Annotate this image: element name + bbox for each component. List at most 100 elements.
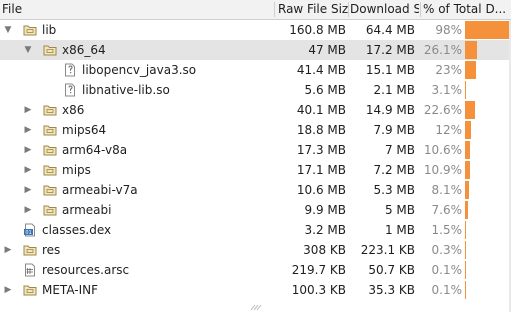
raw-file-size: 5.6 MB (304, 83, 346, 97)
raw-file-size: 9.9 MB (304, 203, 346, 217)
tree-row[interactable]: ▶ res 308 KB 223.1 KB 0.3% (0, 240, 511, 260)
chevron-right-icon[interactable]: ▶ (23, 100, 33, 120)
file-name: libopencv_java3.so (82, 63, 197, 77)
raw-file-size: 100.3 KB (291, 283, 346, 297)
percent-of-total: 12% (435, 123, 462, 137)
percent-of-total: 10.9% (423, 163, 462, 177)
percent-of-total: 23% (435, 63, 462, 77)
tree-row[interactable]: ▶ x86 40.1 MB 14.9 MB 22.6% (0, 100, 511, 120)
chevron-down-icon[interactable]: ▼ (23, 40, 33, 60)
percent-bar (465, 21, 510, 39)
tree-row[interactable]: ▼ lib 160.8 MB 64.4 MB 98% (0, 20, 511, 40)
header-download-size[interactable]: Download Si... (348, 0, 419, 19)
percent-bar (465, 221, 466, 239)
percent-of-total: 1.5% (431, 223, 463, 237)
file-name: x86_64 (62, 43, 106, 57)
tree-row[interactable]: ▶ arm64-v8a 17.3 MB 7 MB 10.6% (0, 140, 511, 160)
percent-bar (465, 161, 470, 179)
file-name: lib (42, 23, 57, 37)
percent-bar (465, 101, 475, 119)
chevron-right-icon[interactable]: ▶ (3, 240, 13, 260)
tree-row[interactable]: resources.arsc 219.7 KB 50.7 KB 0.1% (0, 260, 511, 280)
tree-row[interactable]: 01 classes.dex 3.2 MB 1 MB 1.5% (0, 220, 511, 240)
resize-grip-icon[interactable] (249, 304, 263, 311)
download-size: 7 MB (384, 143, 415, 157)
percent-bar (465, 241, 466, 259)
raw-file-size: 219.7 KB (291, 263, 346, 277)
file-name: arm64-v8a (62, 143, 128, 157)
chevron-right-icon[interactable]: ▶ (23, 180, 33, 200)
percent-bar (465, 141, 470, 159)
file-name: armeabi-v7a (62, 183, 138, 197)
header-raw-file-size[interactable]: Raw File Size (276, 0, 348, 19)
chevron-right-icon[interactable]: ▶ (23, 200, 33, 220)
percent-of-total: 0.3% (431, 243, 463, 257)
percent-of-total: 98% (435, 23, 462, 37)
download-size: 5.3 MB (373, 183, 415, 197)
raw-file-size: 41.4 MB (296, 63, 346, 77)
percent-bar (465, 261, 466, 279)
download-size: 14.9 MB (365, 103, 415, 117)
file-name: mips (62, 163, 91, 177)
column-divider[interactable] (274, 2, 275, 17)
raw-file-size: 47 MB (308, 43, 346, 57)
percent-of-total: 0.1% (431, 263, 463, 277)
percent-of-total: 8.1% (431, 183, 463, 197)
percent-of-total: 22.6% (423, 103, 462, 117)
download-size: 5 MB (384, 203, 415, 217)
chevron-down-icon[interactable]: ▼ (3, 20, 13, 40)
tree-row[interactable]: libnative-lib.so 5.6 MB 2.1 MB 3.1% (0, 80, 511, 100)
download-size: 223.1 KB (360, 243, 415, 257)
percent-bar (465, 41, 477, 59)
download-size: 1 MB (384, 223, 415, 237)
percent-of-total: 26.1% (423, 43, 462, 57)
percent-bar (465, 81, 466, 99)
tree-row[interactable]: ▶ META-INF 100.3 KB 35.3 KB 0.1% (0, 280, 511, 300)
file-name: x86 (62, 103, 85, 117)
percent-of-total: 7.6% (431, 203, 463, 217)
raw-file-size: 17.3 MB (296, 143, 346, 157)
raw-file-size: 40.1 MB (296, 103, 346, 117)
percent-of-total: 10.6% (423, 143, 462, 157)
download-size: 35.3 KB (368, 283, 415, 297)
raw-file-size: 3.2 MB (304, 223, 346, 237)
file-name: classes.dex (42, 223, 112, 237)
download-size: 15.1 MB (365, 63, 415, 77)
chevron-right-icon[interactable]: ▶ (3, 280, 13, 300)
tree-row[interactable]: ▶ armeabi 9.9 MB 5 MB 7.6% (0, 200, 511, 220)
raw-file-size: 17.1 MB (296, 163, 346, 177)
download-size: 17.2 MB (365, 43, 415, 57)
percent-bar (465, 181, 469, 199)
file-name: mips64 (62, 123, 107, 137)
download-size: 2.1 MB (373, 83, 415, 97)
percent-bar (465, 61, 476, 79)
svg-text:01: 01 (25, 230, 31, 236)
raw-file-size: 308 KB (303, 243, 346, 257)
tree-row[interactable]: libopencv_java3.so 41.4 MB 15.1 MB 23% (0, 60, 511, 80)
tree-row[interactable]: ▶ mips 17.1 MB 7.2 MB 10.9% (0, 160, 511, 180)
file-name: res (42, 243, 61, 257)
download-size: 50.7 KB (368, 263, 415, 277)
chevron-right-icon[interactable]: ▶ (23, 160, 33, 180)
file-name: resources.arsc (42, 263, 130, 277)
percent-bar (465, 201, 468, 219)
raw-file-size: 18.8 MB (296, 123, 346, 137)
raw-file-size: 160.8 MB (289, 23, 346, 37)
header-percent-total[interactable]: % of Total D... (421, 0, 511, 19)
file-name: META-INF (42, 283, 99, 297)
raw-file-size: 10.6 MB (296, 183, 346, 197)
file-name: armeabi (62, 203, 112, 217)
download-size: 7.9 MB (373, 123, 415, 137)
file-name: libnative-lib.so (82, 83, 170, 97)
column-header: File Raw File Size Download Si... % of T… (0, 0, 511, 20)
download-size: 7.2 MB (373, 163, 415, 177)
tree-row[interactable]: ▶ mips64 18.8 MB 7.9 MB 12% (0, 120, 511, 140)
chevron-right-icon[interactable]: ▶ (23, 120, 33, 140)
download-size: 64.4 MB (365, 23, 415, 37)
tree-row[interactable]: ▼ x86_64 47 MB 17.2 MB 26.1% (0, 40, 511, 60)
header-file[interactable]: File (0, 0, 272, 19)
chevron-right-icon[interactable]: ▶ (23, 140, 33, 160)
tree-row[interactable]: ▶ armeabi-v7a 10.6 MB 5.3 MB 8.1% (0, 180, 511, 200)
percent-of-total: 3.1% (431, 83, 463, 97)
percent-bar (465, 281, 466, 299)
